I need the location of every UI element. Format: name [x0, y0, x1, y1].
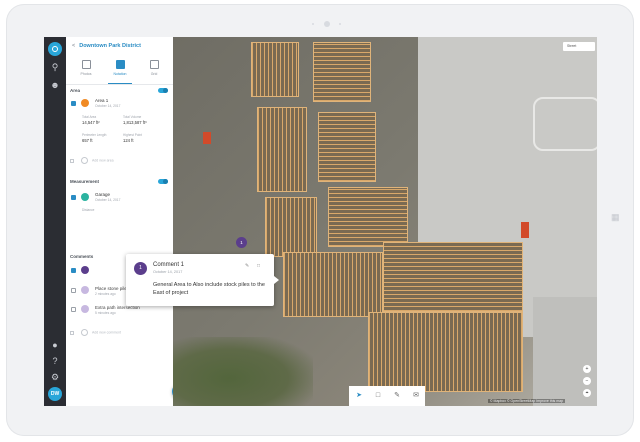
comment-body: General Area to Also include stock piles…: [153, 282, 265, 296]
nav-rail: ⚲ ☻ ● ? ⚙ DW: [44, 37, 66, 406]
comment-popup: 1 Comment 1 October 14, 2017 ✎ □ General…: [126, 254, 279, 306]
area-item-title[interactable]: Area 1: [95, 98, 108, 103]
app-screen: ⚲ ☻ ● ? ⚙ DW < Downtown Park District Pho…: [44, 37, 597, 406]
tab-label: Grid: [150, 72, 158, 76]
area-item-date: October 14, 2017: [95, 104, 121, 108]
area-select-icon[interactable]: □: [373, 391, 383, 401]
site-map[interactable]: 1 Street + − ⌖ ➤ □ ✎ ✉ © Mapbox © OpenSt…: [173, 37, 597, 406]
measurement-visibility-toggle[interactable]: [158, 179, 168, 184]
sensor-dot: [339, 23, 341, 25]
area-item-checkbox[interactable]: [71, 101, 76, 106]
comment-marker[interactable]: 1: [236, 237, 247, 248]
measurement-item-date: October 14, 2017: [95, 198, 121, 202]
comment-date: October 14, 2017: [153, 270, 183, 274]
building-frame: [328, 187, 408, 247]
notation-panel: < Downtown Park District Photos Notation …: [66, 37, 189, 406]
reorder-handle-icon[interactable]: [70, 331, 74, 335]
search-icon[interactable]: ⚲: [49, 61, 61, 73]
plus-icon: [81, 329, 88, 336]
tab-grid[interactable]: Grid: [142, 56, 166, 84]
map-toolbar: ➤ □ ✎ ✉: [349, 386, 425, 406]
building-frame: [318, 112, 376, 182]
building-frame: [257, 107, 307, 192]
reorder-handle-icon[interactable]: [70, 159, 74, 163]
gear-icon[interactable]: ⚙: [49, 371, 61, 383]
comment-item-date: 2 minutes ago: [95, 292, 116, 296]
stat-label: Highest Point: [123, 133, 142, 137]
building-frame: [383, 242, 523, 312]
comment-item-checkbox[interactable]: [71, 307, 76, 312]
sensor-dot: [312, 23, 314, 25]
excavator: [203, 132, 211, 144]
section-comments-label: Comments: [70, 254, 94, 259]
back-icon[interactable]: <: [72, 43, 75, 49]
zoom-out-button[interactable]: −: [583, 377, 591, 385]
comment-avatar-icon: [81, 305, 89, 313]
grass-area: [173, 337, 313, 406]
comment-avatar: 1: [134, 262, 147, 275]
page-title: < Downtown Park District: [72, 43, 141, 49]
stat-value: 14,547 ft²: [82, 120, 100, 125]
locate-button[interactable]: ⌖: [583, 389, 591, 397]
notation-icon: [115, 60, 125, 69]
tab-photos[interactable]: Photos: [74, 56, 98, 84]
add-comment-label: Add new comment: [92, 330, 121, 335]
windows-logo-icon: ▦: [611, 212, 620, 222]
stat-label: Perimeter Length: [82, 133, 107, 137]
tab-label: Notation: [113, 72, 127, 76]
project-title: Downtown Park District: [79, 43, 141, 49]
stat-label: Total Volume: [123, 115, 142, 119]
comment-title: Comment 1: [153, 262, 185, 268]
map-attribution[interactable]: © Mapbox © OpenStreetMap Improve this ma…: [488, 399, 566, 403]
bell-icon[interactable]: ●: [49, 339, 61, 351]
comment-icon[interactable]: ✉: [411, 391, 421, 401]
trash-icon[interactable]: □: [257, 263, 260, 269]
driveway-loop: [533, 97, 597, 151]
add-comment-button[interactable]: Add new comment: [81, 329, 121, 336]
measurement-item-title[interactable]: Garage: [95, 192, 110, 197]
section-measurement-label: Measurement: [70, 179, 100, 184]
pencil-icon[interactable]: ✎: [392, 391, 402, 401]
user-icon[interactable]: ☻: [49, 79, 61, 91]
building-frame: [265, 197, 317, 257]
edit-pencil-icon[interactable]: ✎: [245, 263, 249, 269]
comment-item-date: 5 minutes ago: [95, 311, 116, 315]
tab-notation[interactable]: Notation: [108, 56, 132, 84]
grid-icon: [149, 60, 159, 69]
tab-bar: Photos Notation Grid: [66, 56, 173, 85]
section-area-label: Area: [70, 88, 81, 93]
zoom-in-button[interactable]: +: [583, 365, 591, 373]
crane-truck: [521, 222, 529, 238]
stat-label: Total Area: [82, 115, 97, 119]
building-frame: [313, 42, 371, 102]
add-area-button[interactable]: Add new area: [81, 157, 114, 164]
help-icon[interactable]: ?: [49, 355, 61, 367]
building-frame: [368, 312, 523, 392]
navigate-arrow-icon[interactable]: ➤: [354, 391, 364, 401]
map-style-select[interactable]: Street: [563, 42, 595, 51]
avatar[interactable]: DW: [48, 387, 62, 401]
comment-item-checkbox[interactable]: [71, 268, 76, 273]
stat-label: Distance: [82, 208, 95, 212]
area-visibility-toggle[interactable]: [158, 88, 168, 93]
photo-icon: [81, 60, 91, 69]
comment-avatar-icon: [81, 286, 89, 294]
stat-value: 124 ft: [123, 138, 134, 143]
add-area-label: Add new area: [92, 158, 114, 163]
app-logo-icon[interactable]: [48, 42, 62, 56]
stat-value: 1,813,587 ft³: [123, 120, 147, 125]
measurement-item-checkbox[interactable]: [71, 195, 76, 200]
measurement-icon: [81, 193, 89, 201]
plus-icon: [81, 157, 88, 164]
stat-value: 657 ft: [82, 138, 93, 143]
comment-avatar-icon: [81, 266, 89, 274]
building-frame: [283, 252, 383, 317]
camera-icon: [324, 21, 330, 27]
building-frame: [251, 42, 299, 97]
comment-item-checkbox[interactable]: [71, 288, 76, 293]
tab-label: Photos: [80, 72, 92, 76]
area-icon: [81, 99, 89, 107]
